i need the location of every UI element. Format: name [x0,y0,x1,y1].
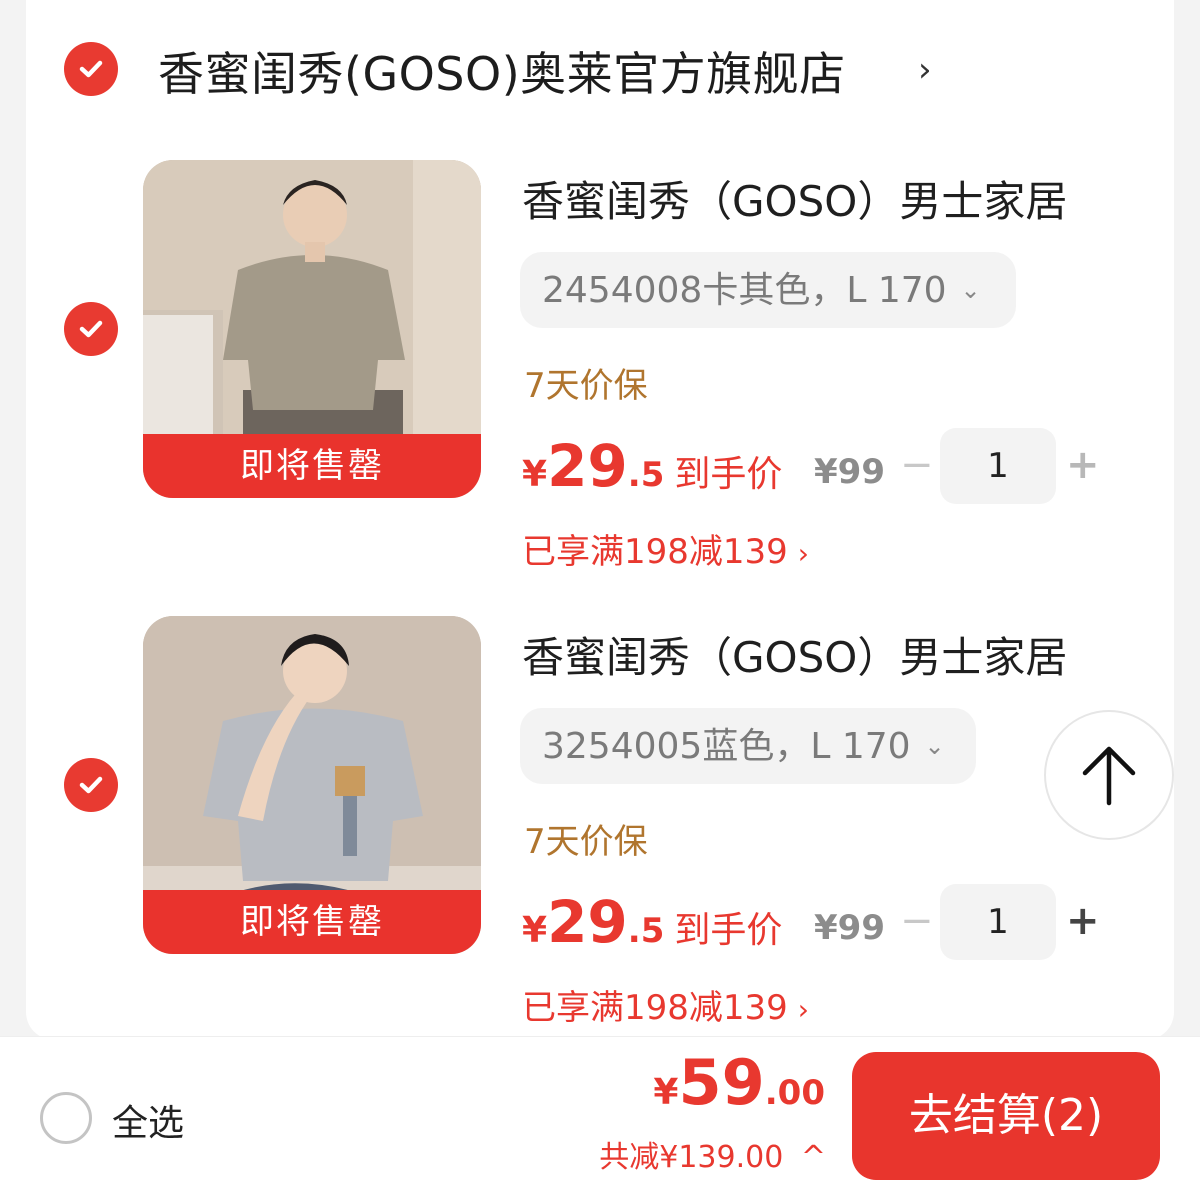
currency-symbol: ¥ [522,454,548,495]
chevron-up-icon: ^ [800,1140,826,1175]
shop-check-icon[interactable] [64,42,118,96]
checkout-button[interactable]: 去结算(2) [852,1052,1160,1180]
item-check-icon[interactable] [64,758,118,812]
quantity-field[interactable]: 1 [940,884,1056,960]
spec-text: 3254005蓝色，L 170 [542,726,911,767]
price-integer: 29 [547,888,628,956]
sold-out-soon-banner: 即将售罄 [143,890,481,954]
shop-chevron-icon[interactable]: › [918,50,932,90]
original-price: ¥99 [814,452,885,492]
discount-detail-toggle[interactable]: 共减¥139.00 ^ [599,1132,826,1176]
price-guarantee-label: 7天价保 [524,366,648,406]
price-integer: 29 [547,432,628,500]
currency-symbol: ¥ [522,910,548,951]
check-icon [79,320,103,338]
product-image[interactable]: 即将售罄 [143,616,481,954]
chevron-right-icon: › [797,993,809,1026]
price-decimal: .5 [627,455,665,495]
item-check-icon[interactable] [64,302,118,356]
shop-name[interactable]: 香蜜闺秀(GOSO)奥莱官方旗舰店 [158,38,846,104]
spec-text: 2454008卡其色，L 170 [542,270,947,311]
chevron-down-icon: ⌄ [960,276,981,304]
promotion-link[interactable]: 已享满198减139 › [522,524,809,573]
final-price: ¥29.5 到手价 [522,888,782,956]
check-icon [79,776,103,794]
product-image[interactable]: 即将售罄 [143,160,481,498]
total-integer: 59 [678,1046,765,1119]
product-name[interactable]: 香蜜闺秀（GOSO）男士家居 [522,168,1067,229]
increase-quantity-button[interactable]: + [1066,442,1100,488]
price-label: 到手价 [674,454,783,495]
spec-selector[interactable]: 3254005蓝色，L 170 ⌄ [520,708,976,784]
select-all-radio[interactable] [40,1092,92,1144]
sold-out-soon-banner: 即将售罄 [143,434,481,498]
check-icon [79,60,103,78]
discount-summary: 共减¥139.00 [599,1140,784,1175]
total-price: ¥59.00 [653,1046,825,1119]
price-label: 到手价 [674,910,783,951]
promotion-text: 已享满198减139 [522,988,788,1028]
chevron-right-icon: › [797,537,809,570]
total-decimal: .00 [764,1073,825,1113]
promotion-link[interactable]: 已享满198减139 › [522,980,809,1029]
chevron-down-icon: ⌄ [924,732,945,760]
increase-quantity-button[interactable]: + [1066,898,1100,944]
arrow-up-icon [1082,746,1136,806]
select-all-label[interactable]: 全选 [112,1094,184,1146]
original-price: ¥99 [814,908,885,948]
back-to-top-button[interactable] [1044,710,1174,840]
currency-symbol: ¥ [653,1072,679,1113]
promotion-text: 已享满198减139 [522,532,788,572]
decrease-quantity-button[interactable]: − [900,442,934,488]
quantity-field[interactable]: 1 [940,428,1056,504]
product-name[interactable]: 香蜜闺秀（GOSO）男士家居 [522,624,1067,685]
price-guarantee-label: 7天价保 [524,822,648,862]
final-price: ¥29.5 到手价 [522,432,782,500]
price-decimal: .5 [627,911,665,951]
decrease-quantity-button[interactable]: − [900,898,934,944]
spec-selector[interactable]: 2454008卡其色，L 170 ⌄ [520,252,1016,328]
